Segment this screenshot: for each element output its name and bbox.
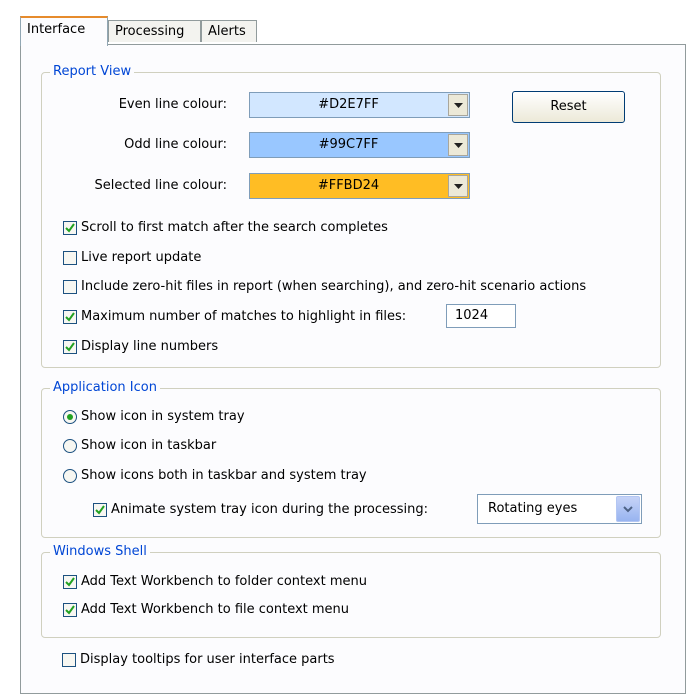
scroll-to-first-match-checkbox[interactable]: Scroll to first match after the search c… [63,220,388,236]
radio-circle[interactable] [63,439,77,453]
include-zero-hit-checkbox[interactable]: Include zero-hit files in report (when s… [63,279,586,295]
checkbox-box[interactable] [63,340,77,354]
odd-line-colour-value: #99C7FF [318,137,379,152]
selected-colour-dropdown-button[interactable] [448,175,468,197]
even-line-colour-value: #D2E7FF [318,97,379,112]
checkbox-box[interactable] [63,280,77,294]
radio-circle[interactable] [63,410,77,424]
checkbox-box[interactable] [63,251,77,265]
display-tooltips-label: Display tooltips for user interface part… [80,652,335,667]
even-line-colour-label: Even line colour: [118,97,227,112]
odd-colour-dropdown-button[interactable] [448,134,468,156]
checkmark-icon [65,577,75,587]
display-tooltips-checkbox[interactable]: Display tooltips for user interface part… [62,652,335,668]
report-view-title: Report View [50,64,135,80]
checkmark-icon [65,342,75,352]
max-matches-input[interactable]: 1024 [446,304,516,328]
odd-line-colour-select[interactable]: #99C7FF [249,132,470,158]
checkmark-icon [65,312,75,322]
animation-value: Rotating eyes [488,501,578,516]
show-icons-both-label: Show icons both in taskbar and system tr… [81,468,367,483]
selected-line-colour-select[interactable]: #FFBD24 [249,173,470,199]
animate-tray-icon-checkbox[interactable]: Animate system tray icon during the proc… [93,502,428,518]
even-colour-dropdown-button[interactable] [448,94,468,116]
chevron-down-icon [454,103,463,108]
checkmark-icon [95,505,105,515]
max-matches-checkbox[interactable]: Maximum number of matches to highlight i… [63,309,406,325]
checkbox-box[interactable] [63,221,77,235]
live-report-update-checkbox[interactable]: Live report update [63,250,201,266]
selected-line-colour-label: Selected line colour: [94,178,227,193]
tab-interface[interactable]: Interface [20,16,108,46]
file-context-menu-label: Add Text Workbench to file context menu [81,602,350,617]
odd-line-colour-label: Odd line colour: [124,137,227,152]
file-context-menu-checkbox[interactable]: Add Text Workbench to file context menu [63,602,349,618]
show-icon-tray-radio[interactable]: Show icon in system tray [63,409,245,425]
application-icon-group: Application Icon Show icon in system tra… [41,380,661,538]
checkbox-box[interactable] [62,653,76,667]
report-view-group: Report View Even line colour: #D2E7FF Od… [41,64,661,368]
windows-shell-group: Windows Shell Add Text Workbench to fold… [41,544,661,638]
show-icon-taskbar-label: Show icon in taskbar [81,438,217,453]
windows-shell-title: Windows Shell [50,544,150,560]
animation-dropdown-button[interactable] [616,496,640,522]
checkmark-icon [65,223,75,233]
chevron-down-icon [454,143,463,148]
even-line-colour-select[interactable]: #D2E7FF [249,92,470,118]
include-zero-hit-label: Include zero-hit files in report (when s… [81,279,587,294]
folder-context-menu-label: Add Text Workbench to folder context men… [81,574,367,589]
tab-processing[interactable]: Processing [108,20,201,42]
show-icons-both-radio[interactable]: Show icons both in taskbar and system tr… [63,468,367,484]
reset-button[interactable]: Reset [512,91,625,123]
application-icon-title: Application Icon [50,380,160,396]
chevron-down-icon [623,506,633,513]
chevron-down-icon [454,184,463,189]
checkbox-box[interactable] [63,310,77,324]
selected-line-colour-value: #FFBD24 [317,178,380,193]
show-icon-taskbar-radio[interactable]: Show icon in taskbar [63,438,216,454]
checkbox-box[interactable] [93,503,107,517]
checkbox-box[interactable] [63,603,77,617]
scroll-to-first-match-label: Scroll to first match after the search c… [81,220,388,235]
live-report-update-label: Live report update [81,250,202,265]
max-matches-label: Maximum number of matches to highlight i… [81,309,407,324]
animation-select[interactable]: Rotating eyes [477,494,642,524]
display-line-numbers-label: Display line numbers [81,339,219,354]
tab-panel-interface: Report View Even line colour: #D2E7FF Od… [20,44,686,694]
tab-alerts[interactable]: Alerts [201,20,257,42]
animate-tray-icon-label: Animate system tray icon during the proc… [111,502,429,517]
folder-context-menu-checkbox[interactable]: Add Text Workbench to folder context men… [63,574,367,590]
display-line-numbers-checkbox[interactable]: Display line numbers [63,339,218,355]
checkmark-icon [65,605,75,615]
checkbox-box[interactable] [63,575,77,589]
show-icon-tray-label: Show icon in system tray [81,409,245,424]
radio-circle[interactable] [63,469,77,483]
